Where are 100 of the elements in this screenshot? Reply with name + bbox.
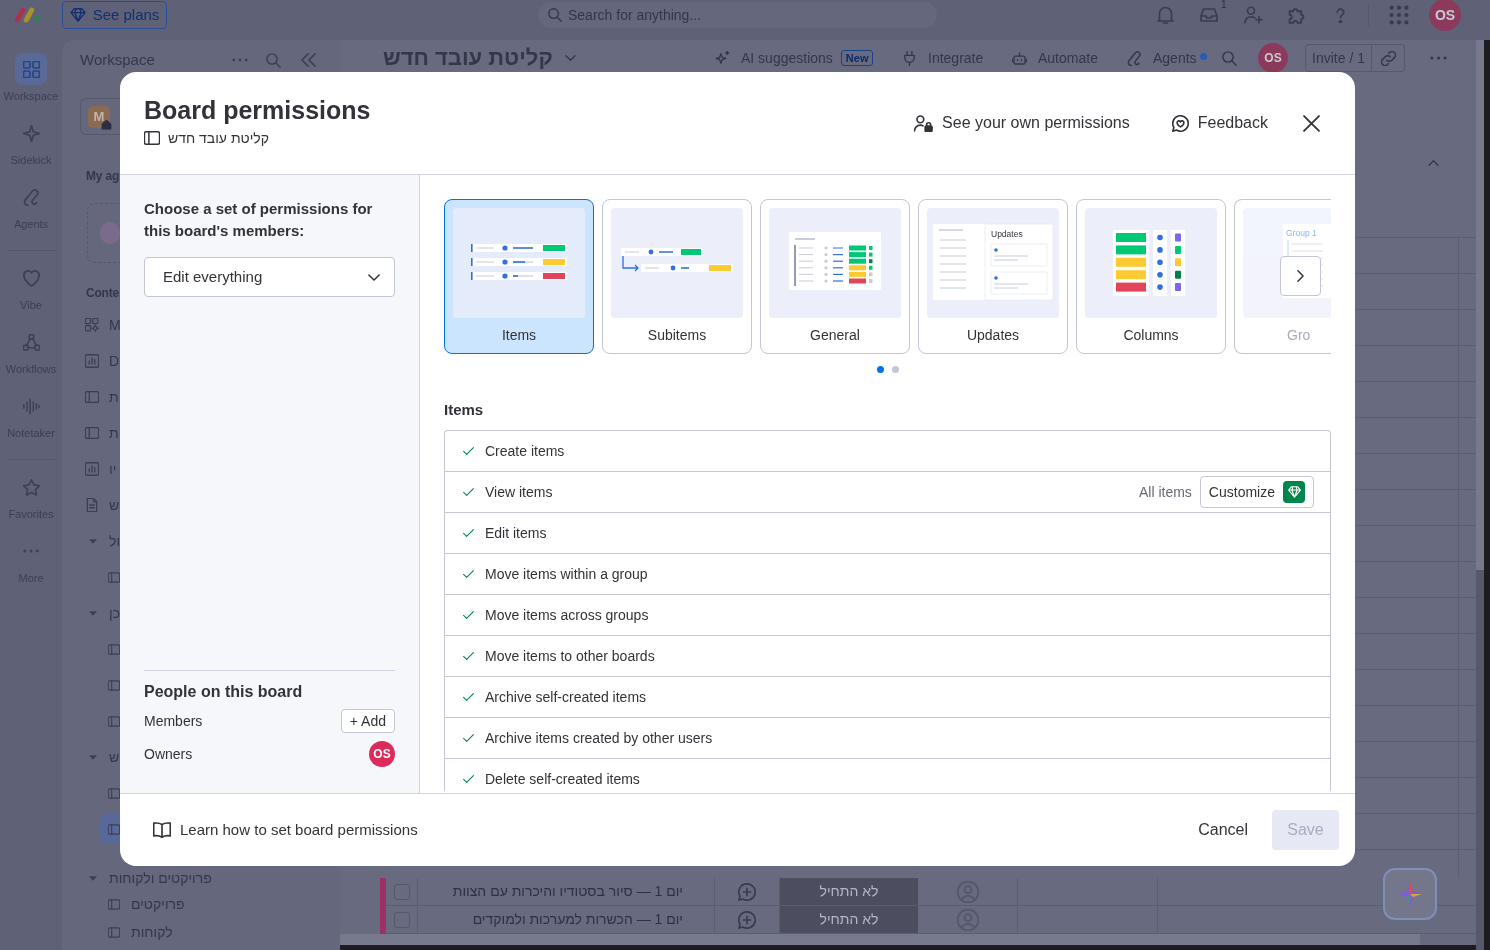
user-avatar[interactable]: OS	[1258, 43, 1288, 73]
knot-icon	[22, 188, 40, 206]
cancel-button[interactable]: Cancel	[1190, 810, 1256, 850]
dialog-title: Board permissions	[144, 95, 371, 126]
category-tab[interactable]: Items	[444, 199, 594, 354]
members-label: Members	[144, 711, 203, 731]
sparkle-icon	[22, 124, 40, 142]
search-icon	[548, 8, 562, 22]
caret-icon	[89, 754, 97, 760]
copy-link-button[interactable]	[1372, 44, 1405, 72]
avatar-placeholder	[100, 222, 120, 244]
chevron-up-icon[interactable]	[1428, 160, 1439, 166]
permission-scope: All items	[1138, 482, 1192, 502]
new-badge: New	[840, 50, 874, 66]
link-icon	[1380, 50, 1396, 66]
board-icon	[108, 823, 120, 835]
knot-icon	[1127, 50, 1142, 66]
apps-grid-icon[interactable]	[1389, 5, 1409, 25]
chat-plus-icon[interactable]	[738, 910, 756, 929]
person-plus-icon[interactable]	[1244, 6, 1263, 24]
caret-icon	[89, 610, 97, 616]
status-cell: לא התחיל	[780, 878, 918, 906]
next-button[interactable]	[1280, 256, 1321, 296]
grid-icon	[15, 53, 47, 85]
board-icon	[108, 715, 120, 727]
puzzle-icon[interactable]	[1288, 6, 1305, 24]
sparkles-icon	[715, 50, 730, 66]
feedback-button[interactable]: Feedback	[1171, 111, 1268, 135]
illustration-caption: Updates	[991, 229, 1023, 239]
section-title: Items	[444, 400, 485, 420]
nodes-icon	[22, 333, 40, 351]
see-plans-button[interactable]: See plans	[62, 1, 167, 29]
board-icon	[108, 679, 120, 691]
star-icon	[22, 478, 40, 496]
add-member-button[interactable]: + Add	[340, 709, 395, 733]
logo-icon[interactable]	[14, 7, 41, 23]
category-tab[interactable]: Columns	[1076, 199, 1226, 354]
heart-icon	[22, 269, 40, 287]
category-tab[interactable]: General	[760, 199, 910, 354]
permission-label: Move items to other boards	[485, 646, 655, 666]
chevron-right-icon	[1297, 270, 1304, 282]
sidebar-item[interactable]	[100, 814, 120, 844]
collapse-icon[interactable]	[301, 53, 316, 67]
permissions-link[interactable]: See your own permissions	[914, 111, 1130, 135]
chat-heart-icon	[1171, 114, 1189, 132]
board-icon	[108, 926, 120, 938]
chart-icon	[85, 462, 99, 476]
permissions-prompt: Choose a set of permissions for this board's members:	[144, 199, 374, 241]
category-tab[interactable]: Updates Updates	[918, 199, 1068, 354]
chat-plus-icon[interactable]	[738, 882, 756, 901]
person-lock-icon	[914, 114, 934, 132]
workspace-selector[interactable]: M	[80, 98, 120, 135]
status-cell: לא התחיל	[780, 906, 918, 934]
plug-icon	[902, 50, 917, 66]
permission-label: Edit items	[485, 523, 547, 543]
caret-icon	[89, 875, 97, 881]
caret-icon	[89, 538, 97, 544]
sound-wave-icon	[22, 397, 40, 415]
board-icon	[108, 787, 120, 799]
search-icon[interactable]	[266, 52, 281, 68]
permission-label: Delete self-created items	[485, 769, 640, 789]
more-icon	[23, 549, 39, 553]
customize-button[interactable]: Customize	[1199, 476, 1314, 508]
permission-label: Move items across groups	[485, 605, 649, 625]
category-tab[interactable]: Subitems	[602, 199, 752, 354]
permission-label: View items	[485, 482, 553, 502]
board-icon	[85, 390, 99, 404]
bell-icon[interactable]	[1157, 6, 1174, 24]
permission-set-dropdown[interactable]: Edit everything	[144, 257, 395, 297]
board-name: קליטת עובד חדש	[168, 128, 269, 148]
more-icon[interactable]	[1430, 56, 1447, 60]
document-icon	[85, 498, 99, 512]
permission-label: Create items	[485, 441, 565, 461]
owner-avatar: OS	[369, 741, 395, 767]
board-icon	[108, 643, 120, 655]
chevron-down-icon	[368, 273, 380, 281]
search-icon[interactable]	[1222, 50, 1237, 66]
chevron-down-icon[interactable]	[564, 55, 576, 61]
item-title: יום 1 — סיור בסטודיו והיכרות עם הצוות	[452, 882, 683, 901]
inbox-icon[interactable]	[1200, 8, 1218, 22]
close-icon	[1303, 114, 1320, 132]
board-icon	[85, 426, 99, 440]
board-icon	[108, 571, 120, 583]
item-title: יום 1 — הכשרות למערכות ולמוקדים	[472, 910, 683, 929]
more-icon[interactable]	[232, 58, 248, 62]
ai-assistant-button[interactable]	[1383, 868, 1437, 920]
illustration-caption: Group 1	[1286, 228, 1317, 238]
board-icon	[108, 898, 120, 910]
section-title: People on this board	[144, 682, 304, 702]
book-icon	[153, 822, 171, 838]
robot-icon	[1012, 50, 1027, 66]
help-icon[interactable]	[1336, 7, 1345, 23]
board-icon	[144, 131, 160, 145]
permission-label: Archive items created by other users	[485, 728, 713, 748]
sparkle-icon	[1397, 881, 1423, 907]
owners-label: Owners	[144, 744, 193, 764]
permission-label: Move items within a group	[485, 564, 648, 584]
help-link[interactable]: Learn how to set board permissions	[153, 818, 418, 842]
permission-label: Archive self-created items	[485, 687, 647, 707]
user-avatar[interactable]: OS	[1429, 0, 1461, 31]
